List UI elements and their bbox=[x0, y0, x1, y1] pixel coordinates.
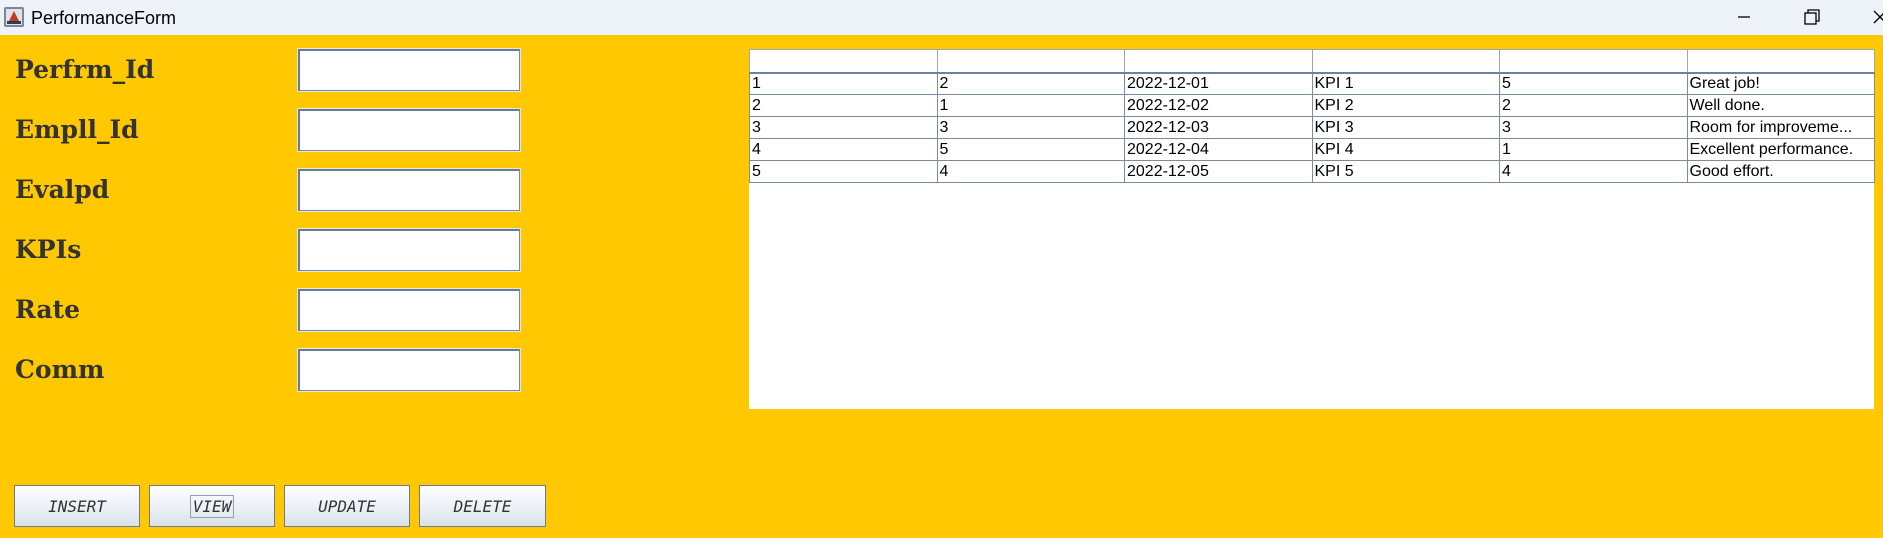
insert-button-label: INSERT bbox=[48, 496, 106, 516]
restore-icon[interactable] bbox=[1783, 0, 1843, 35]
table-cell[interactable]: 2022-12-05 bbox=[1124, 160, 1313, 183]
column-header[interactable] bbox=[1686, 49, 1875, 74]
table-cell[interactable]: Excellent performance. bbox=[1686, 138, 1875, 161]
window-title: PerformanceForm bbox=[31, 8, 177, 28]
table-header-row bbox=[749, 49, 1875, 74]
rate-field[interactable] bbox=[297, 288, 521, 332]
table-row[interactable]: 2 1 2022-12-02 KPI 2 2 Well done. bbox=[749, 94, 1875, 117]
column-header[interactable] bbox=[936, 49, 1125, 74]
perfrm-id-input[interactable] bbox=[300, 51, 519, 90]
update-button-label: UPDATE bbox=[318, 496, 376, 516]
table-cell[interactable]: 2022-12-02 bbox=[1124, 94, 1313, 117]
delete-button-label: DELETE bbox=[453, 496, 512, 516]
table-cell[interactable]: 5 bbox=[936, 138, 1125, 161]
rate-input[interactable] bbox=[300, 291, 519, 330]
table-row[interactable]: 1 2 2022-12-01 KPI 1 5 Great job! bbox=[749, 72, 1875, 95]
evalpd-input[interactable] bbox=[300, 171, 519, 210]
table-cell[interactable]: 1 bbox=[936, 94, 1125, 117]
table-cell[interactable]: 2 bbox=[936, 72, 1125, 95]
comm-input[interactable] bbox=[300, 351, 519, 390]
table-cell[interactable]: Good effort. bbox=[1686, 160, 1875, 183]
rate-label: Rate bbox=[15, 295, 81, 324]
table-row[interactable]: 5 4 2022-12-05 KPI 5 4 Good effort. bbox=[749, 160, 1875, 183]
table-cell[interactable]: 5 bbox=[749, 160, 938, 183]
column-header[interactable] bbox=[1311, 49, 1500, 74]
table-cell[interactable]: 2022-12-03 bbox=[1124, 116, 1313, 139]
empll-id-label: Empll_Id bbox=[15, 115, 139, 144]
table-cell[interactable]: 3 bbox=[1499, 116, 1688, 139]
view-button[interactable]: VIEW bbox=[149, 485, 275, 527]
perfrm-id-field[interactable] bbox=[297, 48, 521, 92]
empll-id-field[interactable] bbox=[297, 108, 521, 152]
update-button[interactable]: UPDATE bbox=[284, 485, 410, 527]
table-cell[interactable]: 2022-12-04 bbox=[1124, 138, 1313, 161]
table-cell[interactable]: 4 bbox=[1499, 160, 1688, 183]
column-header[interactable] bbox=[1499, 49, 1688, 74]
table-cell[interactable]: 2 bbox=[749, 94, 938, 117]
java-app-icon bbox=[4, 7, 24, 27]
table-cell[interactable]: KPI 3 bbox=[1311, 116, 1500, 139]
table-cell[interactable]: 3 bbox=[936, 116, 1125, 139]
table-cell[interactable]: KPI 5 bbox=[1311, 160, 1500, 183]
table-cell[interactable]: Great job! bbox=[1686, 72, 1875, 95]
column-header[interactable] bbox=[1124, 49, 1313, 74]
comm-label: Comm bbox=[15, 355, 105, 384]
column-header[interactable] bbox=[749, 49, 938, 74]
view-button-label: VIEW bbox=[189, 494, 235, 518]
performance-table-area[interactable]: 1 2 2022-12-01 KPI 1 5 Great job! 2 1 20… bbox=[749, 49, 1875, 409]
table-cell[interactable]: 2022-12-01 bbox=[1124, 72, 1313, 95]
kpis-input[interactable] bbox=[300, 231, 519, 270]
table-cell[interactable]: 1 bbox=[1499, 138, 1688, 161]
table-cell[interactable]: KPI 2 bbox=[1311, 94, 1500, 117]
evalpd-label: Evalpd bbox=[15, 175, 110, 204]
table-cell[interactable]: KPI 1 bbox=[1311, 72, 1500, 95]
table-row[interactable]: 4 5 2022-12-04 KPI 4 1 Excellent perform… bbox=[749, 138, 1875, 161]
table-cell[interactable]: KPI 4 bbox=[1311, 138, 1500, 161]
table-row[interactable]: 3 3 2022-12-03 KPI 3 3 Room for improvem… bbox=[749, 116, 1875, 139]
minimize-icon[interactable] bbox=[1714, 0, 1774, 35]
perfrm-id-label: Perfrm_Id bbox=[15, 55, 155, 84]
insert-button[interactable]: INSERT bbox=[14, 485, 140, 527]
evalpd-field[interactable] bbox=[297, 168, 521, 212]
empll-id-input[interactable] bbox=[300, 111, 519, 150]
delete-button[interactable]: DELETE bbox=[419, 485, 546, 527]
table-cell[interactable]: 4 bbox=[936, 160, 1125, 183]
table-cell[interactable]: 3 bbox=[749, 116, 938, 139]
kpis-field[interactable] bbox=[297, 228, 521, 272]
table-cell[interactable]: Well done. bbox=[1686, 94, 1875, 117]
comm-field[interactable] bbox=[297, 348, 521, 392]
table-cell[interactable]: 1 bbox=[749, 72, 938, 95]
kpis-label: KPIs bbox=[15, 235, 82, 264]
close-icon[interactable] bbox=[1853, 0, 1883, 35]
table-cell[interactable]: 5 bbox=[1499, 72, 1688, 95]
table-cell[interactable]: 4 bbox=[749, 138, 938, 161]
title-bar: PerformanceForm bbox=[0, 0, 1883, 35]
table-cell[interactable]: 2 bbox=[1499, 94, 1688, 117]
table-cell[interactable]: Room for improveme... bbox=[1686, 116, 1875, 139]
performance-table[interactable]: 1 2 2022-12-01 KPI 1 5 Great job! 2 1 20… bbox=[749, 49, 1875, 183]
